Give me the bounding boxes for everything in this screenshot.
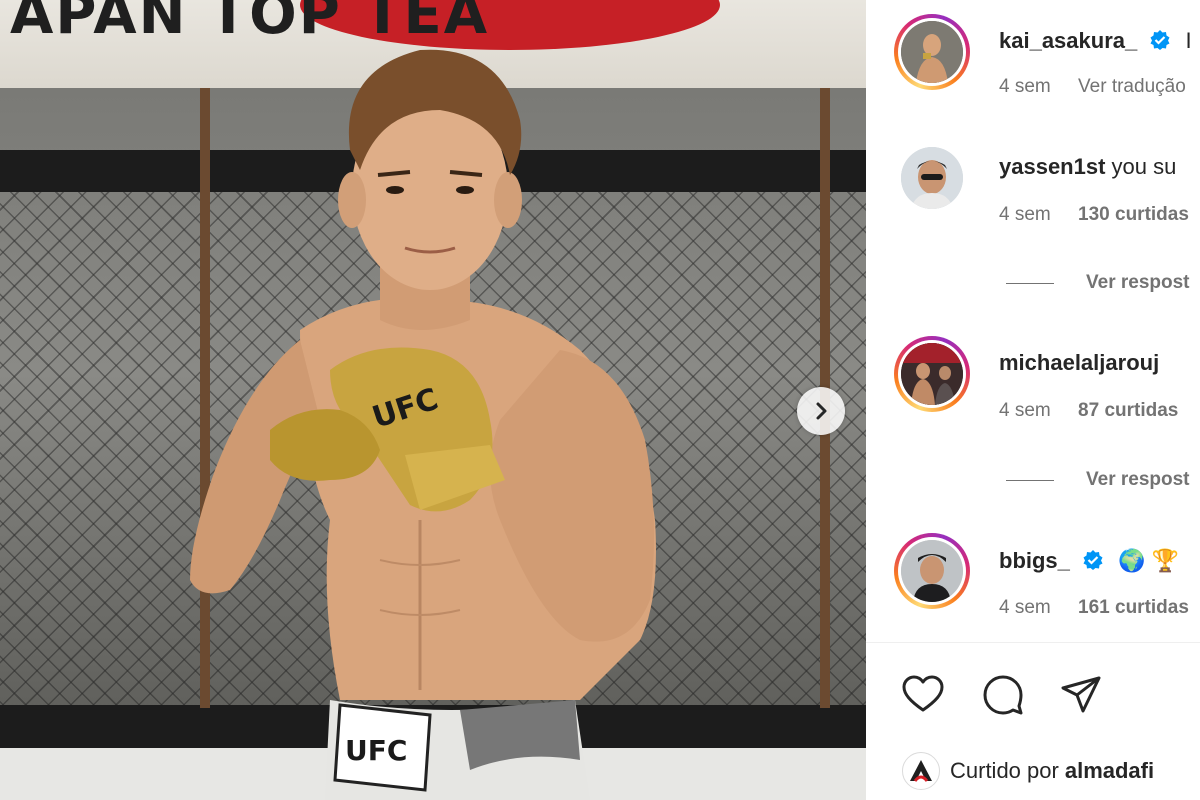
translate-link[interactable]: Ver tradução	[1078, 76, 1186, 97]
fighter-photo: UFC UFC	[190, 49, 656, 800]
view-replies-link[interactable]: Ver respost	[1006, 272, 1190, 294]
caption-time: 4 sem	[999, 76, 1051, 97]
replies-divider	[1006, 479, 1054, 481]
actions-divider	[866, 642, 1200, 643]
caption-text: kai_asakura_ I	[999, 28, 1192, 54]
replies-divider	[1006, 282, 1054, 284]
comment-username[interactable]: yassen1st	[999, 154, 1105, 179]
comment-text: michaelaljarouj	[999, 350, 1159, 376]
comment-time: 4 sem	[999, 400, 1051, 421]
avatar-image	[901, 540, 963, 602]
heart-icon[interactable]	[900, 672, 946, 718]
liked-by-avatar[interactable]	[902, 752, 940, 790]
comment-username[interactable]: bbigs_	[999, 548, 1070, 573]
comment-likes[interactable]: 87 curtidas	[1078, 400, 1178, 421]
avatar-image	[901, 343, 963, 405]
shorts-brand-text: UFC	[345, 734, 407, 767]
view-replies-label[interactable]: Ver respost	[1086, 272, 1190, 294]
comment-bubble-icon[interactable]	[980, 672, 1026, 718]
verified-badge-icon	[1150, 30, 1170, 50]
comment-meta: 4 sem 87 curtidas	[999, 400, 1200, 422]
verified-badge-icon	[1083, 550, 1103, 570]
commenter-avatar[interactable]	[894, 533, 970, 609]
comment-time: 4 sem	[999, 597, 1051, 618]
comment-likes[interactable]: 161 curtidas	[1078, 597, 1189, 618]
next-slide-button[interactable]	[797, 387, 845, 435]
paper-plane-icon[interactable]	[1058, 672, 1104, 718]
liked-by-username[interactable]: almadafi	[1065, 758, 1154, 784]
comment-time: 4 sem	[999, 204, 1051, 225]
comment-text: bbigs_ 🌍 🏆	[999, 548, 1179, 574]
comment-meta: 4 sem 161 curtidas	[999, 597, 1200, 619]
comments-panel: kai_asakura_ I 4 sem Ver tradução yassen…	[866, 0, 1200, 800]
comment-body: 🌍 🏆	[1118, 548, 1180, 573]
liked-by-row: Curtido por almadafi	[902, 752, 1154, 790]
caption-meta: 4 sem Ver tradução	[999, 76, 1200, 98]
commenter-avatar[interactable]	[894, 140, 970, 216]
commenter-avatar[interactable]	[894, 336, 970, 412]
chevron-right-icon	[816, 402, 827, 420]
post-media: APAN TOP TEA UFC UFC	[0, 0, 866, 800]
avatar-image	[901, 147, 963, 209]
liked-by-prefix: Curtido por	[950, 758, 1059, 783]
brand-logo-icon	[910, 760, 932, 782]
comment-likes[interactable]: 130 curtidas	[1078, 204, 1189, 225]
view-replies-link[interactable]: Ver respost	[1006, 469, 1190, 491]
comment-username[interactable]: michaelaljarouj	[999, 350, 1159, 375]
comment-text: yassen1st you su	[999, 154, 1176, 180]
author-username[interactable]: kai_asakura_	[999, 28, 1137, 53]
avatar-image	[901, 21, 963, 83]
comment-body: you su	[1111, 154, 1177, 179]
caption-start: I	[1185, 28, 1192, 53]
comment-meta: 4 sem 130 curtidas	[999, 204, 1200, 226]
view-replies-label[interactable]: Ver respost	[1086, 469, 1190, 491]
author-avatar[interactable]	[894, 14, 970, 90]
